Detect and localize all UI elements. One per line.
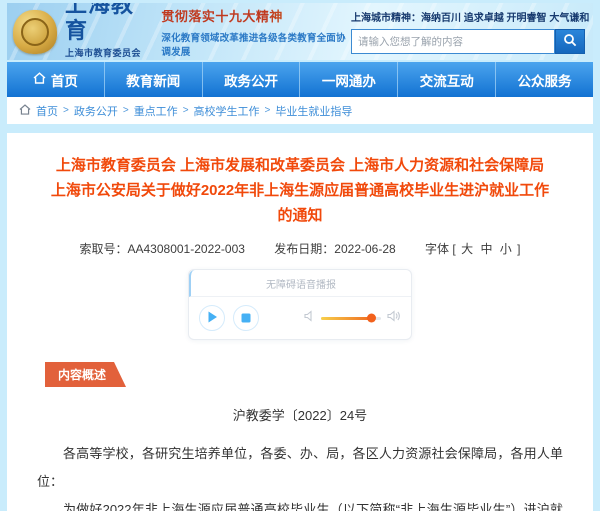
site-header: 上海教育 上海市教育委员会主办 贯彻落实十九大精神 深化教育领域改革推进各级各类… — [7, 3, 593, 60]
breadcrumb-separator: > — [63, 105, 69, 116]
breadcrumb: 首页 > 政务公开 > 重点工作 > 高校学生工作 > 毕业生就业指导 — [7, 97, 593, 124]
font-size-small[interactable]: 小 — [500, 242, 512, 256]
volume-slider-thumb[interactable] — [367, 314, 376, 323]
audio-player-controls — [189, 297, 411, 339]
nav-item-news[interactable]: 教育新闻 — [104, 62, 202, 97]
breadcrumb-separator: > — [265, 105, 271, 116]
audio-player-title: 无障碍语音播报 — [189, 270, 411, 297]
breadcrumb-separator: > — [183, 105, 189, 116]
bracket: [ — [452, 242, 455, 256]
slogan-line-1: 贯彻落实十九大精神 — [161, 6, 351, 25]
font-size-large[interactable]: 大 — [461, 242, 473, 256]
volume-low-icon — [304, 309, 315, 327]
header-slogan: 贯彻落实十九大精神 深化教育领域改革推进各级各类教育全面协调发展 — [161, 6, 351, 58]
nav-item-label: 公众服务 — [518, 70, 572, 90]
play-icon — [207, 311, 218, 326]
header-right: 上海城市精神：海纳百川 追求卓越 开明睿智 大气谦和 — [351, 9, 585, 54]
article-content: 上海市教育委员会 上海市发展和改革委员会 上海市人力资源和社会保障局 上海市公安… — [7, 133, 593, 511]
font-size-label: 字体 — [425, 242, 449, 256]
main-nav: 首页 教育新闻 政务公开 一网通办 交流互动 公众服务 — [7, 62, 593, 97]
volume-slider[interactable] — [321, 317, 381, 320]
font-size-control: 字体 [ 大 中 小 ] — [425, 242, 520, 256]
breadcrumb-item-employment-guide[interactable]: 毕业生就业指导 — [275, 103, 352, 119]
nav-item-interaction[interactable]: 交流互动 — [397, 62, 495, 97]
brand-block: 上海教育 上海市教育委员会主办 — [65, 3, 149, 60]
volume-control — [304, 309, 401, 327]
audio-player: 无障碍语音播报 — [188, 269, 412, 340]
breadcrumb-item-student-work[interactable]: 高校学生工作 — [194, 103, 260, 119]
slogan-line-2: 深化教育领域改革推进各级各类教育全面协调发展 — [161, 30, 351, 58]
city-spirit-text: 上海城市精神：海纳百川 追求卓越 开明睿智 大气谦和 — [351, 9, 585, 24]
paragraph-intro: 为做好2022年非上海生源应届普通高校毕业生（以下简称“非上海生源毕业生”）进沪… — [37, 496, 563, 511]
bracket: ] — [517, 242, 520, 256]
page-title: 上海市教育委员会 上海市发展和改革委员会 上海市人力资源和社会保障局 上海市公安… — [47, 153, 553, 228]
page: 上海教育 上海市教育委员会主办 贯彻落实十九大精神 深化教育领域改革推进各级各类… — [0, 0, 600, 511]
search-button[interactable] — [555, 29, 585, 54]
site-subtitle: 上海市教育委员会主办 — [65, 46, 149, 61]
volume-high-icon — [387, 309, 401, 327]
home-icon — [33, 72, 46, 87]
publish-date: 发布日期：2022-06-28 — [274, 242, 395, 256]
nav-item-label: 政务公开 — [224, 70, 278, 90]
volume-slider-fill — [321, 317, 369, 320]
breadcrumb-item-gov-affairs[interactable]: 政务公开 — [74, 103, 118, 119]
search-bar — [351, 29, 585, 54]
breadcrumb-item-key-work[interactable]: 重点工作 — [134, 103, 178, 119]
article-meta: 索取号：AA4308001-2022-003 发布日期：2022-06-28 字… — [37, 240, 563, 257]
nav-item-label: 首页 — [51, 70, 78, 90]
play-button[interactable] — [199, 305, 225, 331]
paragraph-salutation: 各高等学校，各研究生培养单位，各委、办、局，各区人力资源社会保障局，各用人单位： — [37, 440, 563, 496]
search-icon — [563, 33, 577, 50]
site-title: 上海教育 — [65, 3, 149, 44]
font-size-medium[interactable]: 中 — [480, 242, 492, 256]
nav-item-one-stop[interactable]: 一网通办 — [299, 62, 397, 97]
stop-button[interactable] — [233, 305, 259, 331]
breadcrumb-separator: > — [123, 105, 129, 116]
stop-icon — [241, 311, 251, 326]
site-logo-icon — [13, 10, 57, 54]
nav-item-public-service[interactable]: 公众服务 — [495, 62, 593, 97]
nav-item-home[interactable]: 首页 — [7, 62, 104, 97]
breadcrumb-item-home[interactable]: 首页 — [36, 103, 58, 119]
nav-item-label: 一网通办 — [322, 70, 376, 90]
logo-emblem-icon — [21, 18, 49, 46]
nav-item-label: 教育新闻 — [126, 70, 180, 90]
search-input[interactable] — [351, 29, 555, 54]
home-icon — [19, 104, 31, 118]
article-body: 各高等学校，各研究生培养单位，各委、办、局，各区人力资源社会保障局，各用人单位：… — [37, 440, 563, 511]
nav-item-gov-affairs[interactable]: 政务公开 — [202, 62, 300, 97]
nav-item-label: 交流互动 — [420, 70, 474, 90]
section-badge-overview: 内容概述 — [45, 362, 126, 387]
document-reference-number: 沪教委学〔2022〕24号 — [37, 405, 563, 424]
index-number: 索取号：AA4308001-2022-003 — [79, 242, 244, 256]
